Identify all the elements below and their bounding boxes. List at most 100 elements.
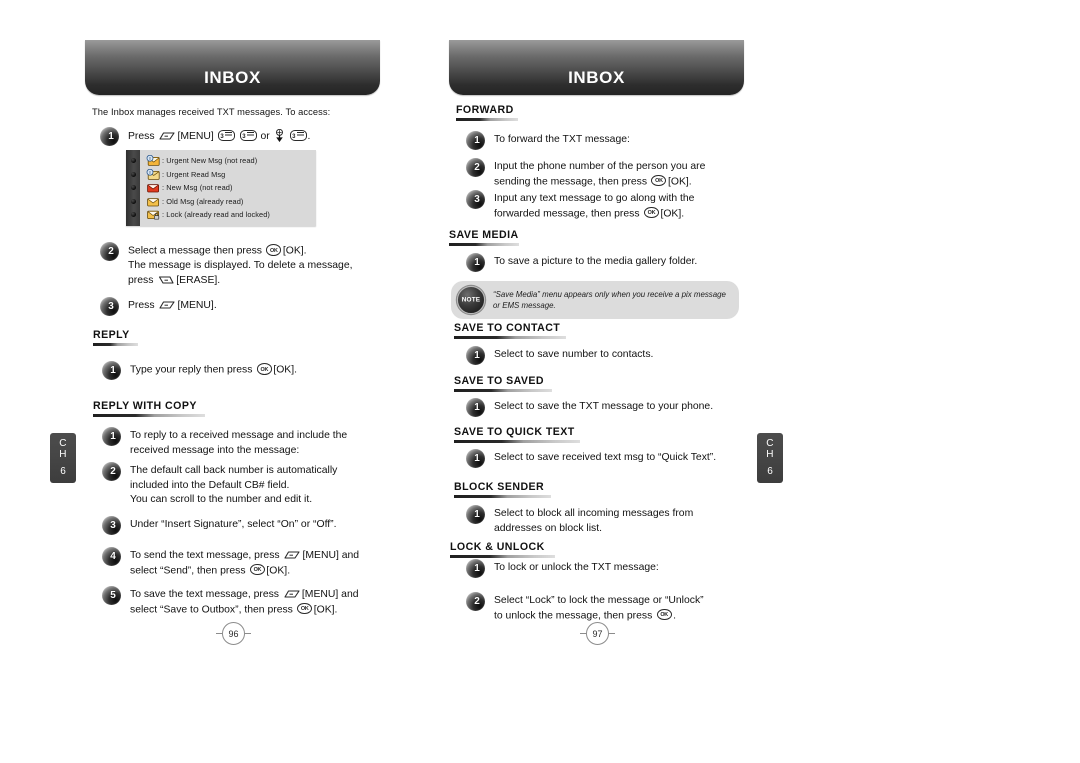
right-page-banner: INBOX: [449, 40, 744, 95]
line: received message into the message:: [130, 444, 300, 456]
step-bullet-forward-1: [466, 131, 485, 150]
left-softkey-icon: [159, 131, 176, 141]
line: To reply to a received message and inclu…: [130, 430, 348, 441]
step-rwc-2: The default call back number is automati…: [102, 462, 337, 508]
section-save-to-contact: SAVE TO CONTACT: [454, 322, 566, 339]
legend-bullet-dot-4: [130, 198, 136, 204]
step-save-contact-1: Select to save number to contacts.: [466, 346, 654, 365]
ok-key-icon-4: OK: [297, 602, 313, 615]
step-left-2: Select a message then press OK[OK]. The …: [100, 242, 353, 288]
new-msg-icon: [146, 182, 160, 193]
step-text-forward-3: Input any text message to go along with …: [494, 193, 695, 220]
step-save-quick-1: Select to save received text msg to “Qui…: [466, 449, 716, 468]
section-rule: [456, 118, 518, 121]
section-title: REPLY: [93, 329, 130, 341]
chapter-tab-number: 6: [60, 466, 66, 477]
step-rwc-1: To reply to a received message and inclu…: [102, 427, 348, 458]
note-line: or EMS message.: [493, 301, 556, 310]
urgent-new-msg-icon: !: [146, 155, 160, 167]
section-rule: [454, 440, 580, 443]
step-bullet-rwc-4: [102, 547, 121, 566]
ok-key-icon-lock: OK: [656, 608, 672, 621]
section-title: SAVE TO QUICK TEXT: [454, 426, 575, 438]
step-bullet-rwc-5: [102, 586, 121, 605]
urgent-read-msg-icon: !: [146, 168, 160, 180]
left-softkey-icon-3: [284, 550, 301, 560]
ok-key-icon-f3: OK: [643, 206, 659, 219]
step-text-rwc-3: Under “Insert Signature”, select “On” or…: [130, 518, 337, 533]
legend-row-label: : Lock (already read and locked): [162, 210, 270, 220]
step-bullet-lock-2: [466, 592, 485, 611]
step-bullet-1: [100, 127, 119, 146]
manual-page-spread: C H 6 C H 6 INBOX The Inbox manages rece…: [0, 0, 1080, 763]
old-msg-icon: [146, 196, 160, 207]
right-banner-title: INBOX: [568, 68, 625, 87]
step-bullet-3: [100, 297, 119, 316]
step-save-media-1: To save a picture to the media gallery f…: [466, 253, 697, 272]
step-forward-2: Input the phone number of the person you…: [466, 158, 706, 190]
section-rule: [454, 389, 552, 392]
digit-key-3-c: 3: [289, 130, 307, 141]
step-bullet-2: [100, 242, 119, 261]
step-left-1: Press [MENU] 3 3 or 3.: [100, 127, 311, 146]
digit-key-3-b: 3: [239, 130, 257, 141]
step-forward-1: To forward the TXT message:: [466, 131, 630, 150]
step-text-save-quick-1: Select to save received text msg to “Qui…: [494, 451, 716, 466]
step-rwc-4: To send the text message, press [MENU] a…: [102, 547, 360, 579]
step-text-left-1: Press [MENU] 3 3 or 3.: [128, 128, 311, 143]
section-title: BLOCK SENDER: [454, 481, 545, 493]
legend-row: : Lock (already read and locked): [146, 208, 311, 222]
note-callout: NOTE “Save Media” menu appears only when…: [451, 281, 739, 319]
step-text-save-media-1: To save a picture to the media gallery f…: [494, 255, 697, 270]
line: Select to block all incoming messages fr…: [494, 508, 694, 519]
section-title: SAVE MEDIA: [449, 229, 519, 241]
line: Select to save number to contacts.: [494, 349, 654, 360]
section-block-sender: BLOCK SENDER: [454, 481, 551, 498]
legend-bullet-dot-1: [130, 158, 136, 164]
section-reply: REPLY: [93, 329, 138, 346]
legend-row: ! : Urgent Read Msg: [146, 168, 311, 182]
locked-msg-icon: [146, 209, 160, 220]
ok-key-icon-3: OK: [249, 563, 265, 576]
section-forward: FORWARD: [456, 104, 518, 121]
step-text-rwc-2: The default call back number is automati…: [130, 464, 337, 508]
chapter-tab-letter-c-2: C: [766, 438, 774, 449]
legend-row: : Old Msg (already read): [146, 195, 311, 209]
line: Input the phone number of the person you…: [494, 161, 706, 172]
step-text-left-3: Press [MENU].: [128, 300, 217, 311]
left-softkey-icon-2: [159, 300, 176, 310]
ok-key-icon-f2: OK: [651, 174, 667, 187]
line: Select to save the TXT message to your p…: [494, 401, 714, 412]
legend-row-label: : Urgent New Msg (not read): [162, 156, 258, 166]
step-text-reply-1: Type your reply then press OK [OK].: [130, 363, 298, 376]
section-title: REPLY WITH COPY: [93, 400, 197, 412]
step-lock-2: Select “Lock” to lock the message or “Un…: [466, 592, 704, 624]
note-line: “Save Media” menu appears only when you …: [493, 290, 726, 299]
step-bullet-rwc-3: [102, 516, 121, 535]
note-badge-label: NOTE: [461, 296, 481, 304]
line: Select “Lock” to lock the message or “Un…: [494, 595, 704, 606]
step-bullet-save-media-1: [466, 253, 485, 272]
section-rule: [449, 243, 519, 246]
message-icon-legend: ! : Urgent New Msg (not read) ! : Urgent…: [126, 150, 316, 226]
legend-rows: ! : Urgent New Msg (not read) ! : Urgent…: [140, 150, 316, 226]
step-bullet-forward-3: [466, 190, 485, 209]
legend-row-label: : Old Msg (already read): [162, 196, 244, 206]
legend-row-label: : Urgent Read Msg: [162, 169, 226, 179]
chapter-tab-right: C H 6: [757, 433, 783, 483]
section-reply-with-copy: REPLY WITH COPY: [93, 400, 205, 417]
legend-row-label: : New Msg (not read): [162, 183, 233, 193]
step-bullet-rwc-1: [102, 427, 121, 446]
note-badge-icon: NOTE: [457, 286, 485, 314]
step-left-3: Press [MENU].: [100, 297, 217, 316]
step-text-lock-2: Select “Lock” to lock the message or “Un…: [494, 595, 704, 622]
step-text-rwc-4: To send the text message, press [MENU] a…: [130, 550, 360, 577]
section-lock-unlock: LOCK & UNLOCK: [450, 541, 555, 558]
line: Input any text message to go along with …: [494, 193, 695, 204]
legend-bullet-dot-2: [130, 171, 136, 177]
left-page-number: 96: [216, 622, 251, 645]
line: The default call back number is automati…: [130, 465, 338, 476]
step-forward-3: Input any text message to go along with …: [466, 190, 695, 222]
step-bullet-block-sender-1: [466, 505, 485, 524]
section-rule: [454, 336, 566, 339]
